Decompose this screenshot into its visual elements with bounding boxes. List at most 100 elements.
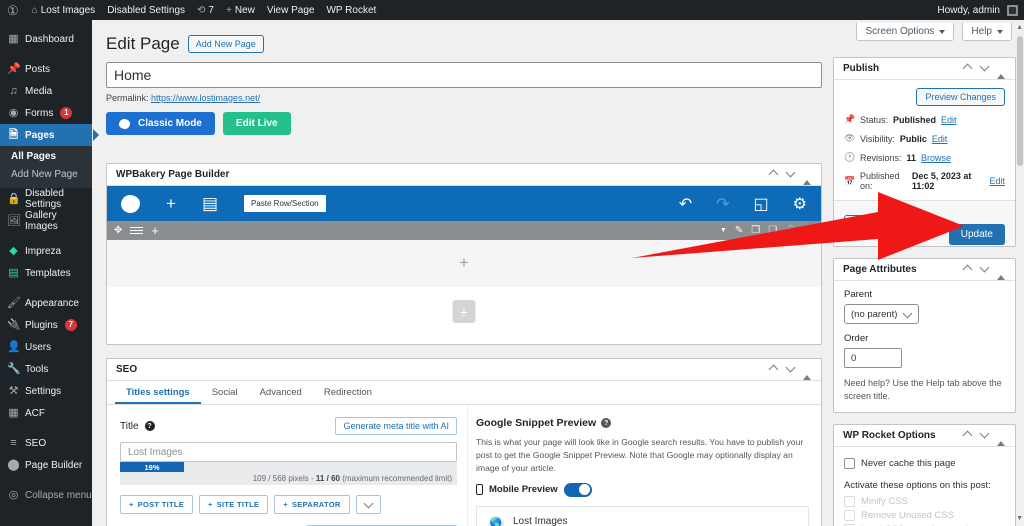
seo-tag-buttons: + POST TITLE + SITE TITLE + SEPARATOR bbox=[120, 495, 457, 514]
page-scrollbar[interactable]: ▲ ▼ bbox=[1016, 20, 1024, 526]
adminbar-my-account[interactable]: Howdy, admin bbox=[931, 0, 1024, 20]
status-edit-link[interactable]: Edit bbox=[941, 115, 957, 125]
plus-icon[interactable]: + bbox=[166, 195, 176, 212]
sidebar-item-appearance[interactable]: 🖌 Appearance bbox=[0, 292, 92, 314]
sidebar-item-page-builder[interactable]: ⬤ Page Builder bbox=[0, 454, 92, 476]
paste-row-section-button[interactable]: Paste Row/Section bbox=[244, 195, 326, 212]
gear-icon[interactable]: ⚙ bbox=[793, 194, 807, 214]
published-on-edit-link[interactable]: Edit bbox=[989, 176, 1005, 186]
screen-options-button[interactable]: Screen Options bbox=[856, 23, 955, 41]
adminbar-item-disabled-settings[interactable]: Disabled Settings bbox=[101, 0, 191, 20]
seo-title-input[interactable]: Lost Images bbox=[120, 442, 457, 462]
add-element-icon[interactable]: + bbox=[459, 254, 469, 271]
plus-icon[interactable]: + bbox=[151, 224, 159, 237]
post-title-tag-button[interactable]: + POST TITLE bbox=[120, 495, 194, 514]
scroll-up-arrow-icon[interactable]: ▲ bbox=[1016, 24, 1023, 31]
seo-title-placeholder: Lost Images bbox=[128, 446, 183, 458]
sidebar-item-forms[interactable]: ◉ Forms 1 bbox=[0, 102, 92, 124]
sidebar-item-gallery-images[interactable]: 🖼 Gallery Images bbox=[0, 210, 92, 232]
visibility-edit-link[interactable]: Edit bbox=[932, 134, 948, 144]
tab-titles-settings[interactable]: Titles settings bbox=[115, 381, 201, 404]
move-up-icon[interactable] bbox=[959, 63, 976, 75]
pencil-icon[interactable]: ✎ bbox=[735, 225, 743, 236]
sidebar-item-seo[interactable]: ≡ SEO bbox=[0, 432, 92, 454]
edit-live-button[interactable]: Edit Live bbox=[222, 112, 291, 135]
move-up-icon[interactable] bbox=[765, 364, 782, 376]
lock-icon[interactable]: 🔒 bbox=[785, 225, 797, 236]
toggle-panel-icon[interactable] bbox=[799, 168, 815, 185]
columns-icon[interactable] bbox=[130, 225, 144, 236]
add-new-page-button[interactable]: Add New Page bbox=[187, 34, 264, 54]
sidebar-item-acf[interactable]: ▦ ACF bbox=[0, 402, 92, 424]
move-cross-icon[interactable]: ✥ bbox=[114, 225, 122, 236]
redo-arrow-icon[interactable]: ↷ bbox=[716, 194, 729, 214]
never-cache-checkbox[interactable] bbox=[844, 458, 855, 470]
undo-arrow-icon[interactable]: ↶ bbox=[679, 194, 692, 214]
sidebar-subitem-all-pages[interactable]: All Pages bbox=[0, 148, 92, 166]
permalink-link[interactable]: https://www.lostimages.net/ bbox=[151, 93, 260, 103]
move-up-icon[interactable] bbox=[765, 169, 782, 181]
close-x-icon[interactable]: ✕ bbox=[806, 225, 814, 236]
tab-redirection[interactable]: Redirection bbox=[313, 381, 383, 404]
move-down-icon[interactable] bbox=[782, 169, 799, 181]
adminbar-item-site[interactable]: ⌂ Lost Images bbox=[26, 0, 102, 20]
layout-grid-icon[interactable]: ▤ bbox=[202, 195, 218, 212]
toggle-panel-icon[interactable] bbox=[993, 62, 1009, 79]
wpbakery-blob-icon[interactable] bbox=[121, 194, 140, 213]
revisions-browse-link[interactable]: Browse bbox=[921, 153, 951, 163]
sidebar-item-templates[interactable]: ▤ Templates bbox=[0, 262, 92, 284]
add-row-icon[interactable]: + bbox=[452, 300, 476, 323]
scrollbar-thumb[interactable] bbox=[1017, 36, 1023, 166]
update-button[interactable]: Update bbox=[948, 224, 1005, 245]
move-down-icon[interactable] bbox=[976, 63, 993, 75]
fullscreen-expand-icon[interactable]: ◱ bbox=[754, 194, 769, 214]
move-up-icon[interactable] bbox=[959, 430, 976, 442]
site-title-tag-button[interactable]: + SITE TITLE bbox=[199, 495, 269, 514]
sidebar-item-tools[interactable]: 🔧 Tools bbox=[0, 358, 92, 380]
toggle-panel-icon[interactable] bbox=[993, 429, 1009, 446]
order-input[interactable]: 0 bbox=[844, 348, 902, 368]
toggle-panel-icon[interactable] bbox=[799, 363, 815, 380]
tab-advanced[interactable]: Advanced bbox=[249, 381, 313, 404]
tab-social[interactable]: Social bbox=[201, 381, 249, 404]
sidebar-item-settings[interactable]: ⚒ Settings bbox=[0, 380, 92, 402]
wp-rocket-options-panel: WP Rocket Options Never cache this page … bbox=[833, 424, 1016, 526]
sidebar-item-users[interactable]: 👤 Users bbox=[0, 336, 92, 358]
move-down-icon[interactable] bbox=[976, 264, 993, 276]
post-title-input[interactable]: Home bbox=[106, 62, 822, 88]
move-down-icon[interactable] bbox=[976, 430, 993, 442]
parent-select[interactable]: (no parent) bbox=[844, 304, 920, 324]
sidebar-item-disabled-settings[interactable]: 🔒 Disabled Settings bbox=[0, 188, 92, 210]
copy-icon[interactable]: ❐ bbox=[751, 225, 760, 236]
preview-changes-button[interactable]: Preview Changes bbox=[916, 88, 1005, 106]
adminbar-item-updates[interactable]: ⟲ 7 bbox=[191, 0, 220, 20]
sidebar-item-plugins[interactable]: 🔌 Plugins 7 bbox=[0, 314, 92, 336]
adminbar-item-wp-rocket[interactable]: WP Rocket bbox=[320, 0, 382, 20]
sidebar-item-media[interactable]: ♫ Media bbox=[0, 80, 92, 102]
classic-mode-button[interactable]: Classic Mode bbox=[106, 112, 215, 135]
generate-meta-title-ai-button[interactable]: Generate meta title with AI bbox=[335, 417, 457, 435]
separator-tag-button[interactable]: + SEPARATOR bbox=[274, 495, 350, 514]
mobile-preview-toggle[interactable] bbox=[563, 482, 592, 497]
sidebar-item-posts[interactable]: 📌 Posts bbox=[0, 58, 92, 80]
move-to-trash-link[interactable]: Move to Trash bbox=[844, 229, 901, 239]
sidebar-item-impreza[interactable]: ◆ Impreza bbox=[0, 240, 92, 262]
scroll-down-arrow-icon[interactable]: ▼ bbox=[1016, 515, 1023, 522]
move-up-icon[interactable] bbox=[959, 264, 976, 276]
sidebar-subitem-add-new-page[interactable]: Add New Page bbox=[0, 166, 92, 184]
adminbar-item-view-page[interactable]: View Page bbox=[261, 0, 321, 20]
collapse-menu-button[interactable]: ◎ Collapse menu bbox=[0, 484, 92, 506]
sidebar-item-dashboard[interactable]: ▦ Dashboard bbox=[0, 28, 92, 50]
help-button[interactable]: Help bbox=[962, 23, 1012, 41]
help-question-icon[interactable]: ? bbox=[144, 421, 155, 431]
wordpress-logo-icon[interactable]: ① bbox=[0, 4, 26, 17]
sidebar-item-pages[interactable]: 🗎 Pages bbox=[0, 124, 99, 146]
duplicate-icon[interactable]: ❏ bbox=[768, 225, 777, 236]
adminbar-item-new[interactable]: + New bbox=[220, 0, 261, 20]
more-tags-button[interactable] bbox=[355, 495, 381, 514]
caret-down-icon[interactable]: ▼ bbox=[720, 227, 727, 234]
move-down-icon[interactable] bbox=[782, 364, 799, 376]
never-cache-row[interactable]: Never cache this page bbox=[844, 458, 1005, 470]
help-question-icon[interactable]: ? bbox=[601, 418, 612, 428]
toggle-panel-icon[interactable] bbox=[993, 263, 1009, 280]
